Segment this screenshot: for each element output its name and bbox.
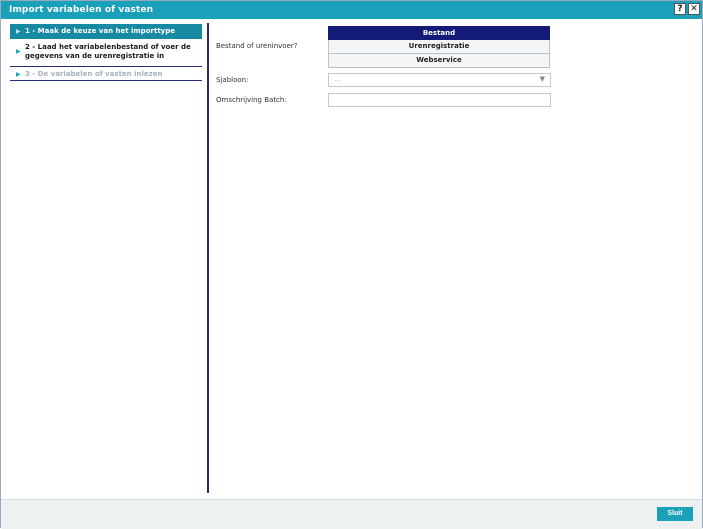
wizard-step-label: 1 - Maak de keuze van het importtype (25, 27, 176, 35)
wizard-step-label: 2 - Laad het variabelenbestand of voer d… (25, 43, 191, 60)
template-select[interactable]: ... ▼ (328, 73, 551, 87)
dialog-footer: Sluit (1, 499, 702, 529)
source-type-label: Bestand of ureninvoer? (216, 42, 298, 50)
source-option-urenregistratie[interactable]: Urenregistratie (328, 40, 550, 54)
wizard-step-2[interactable]: ▶ 2 - Laad het variabelenbestand of voer… (10, 39, 202, 67)
wizard-step-label: 3 - De variabelen of vasten inlezen (25, 70, 163, 78)
wizard-steps: ▶ 1 - Maak de keuze van het importtype ▶… (10, 24, 202, 81)
chevron-right-icon: ▶ (16, 48, 21, 55)
template-label: Sjabloon: (216, 76, 249, 84)
title-bar: Import variabelen of vasten ? ✕ (1, 1, 702, 19)
batch-description-label: Omschrijving Batch: (216, 96, 287, 104)
chevron-right-icon: ▶ (16, 71, 21, 78)
wizard-step-3: ▶ 3 - De variabelen of vasten inlezen (10, 67, 202, 81)
panel-divider (207, 23, 209, 493)
import-dialog: Import variabelen of vasten ? ✕ ▶ 1 - Ma… (0, 0, 703, 529)
close-button[interactable]: Sluit (657, 507, 693, 521)
wizard-step-1[interactable]: ▶ 1 - Maak de keuze van het importtype (10, 24, 202, 39)
template-select-value: ... (334, 75, 341, 83)
help-button[interactable]: ? (674, 3, 686, 15)
source-option-webservice[interactable]: Webservice (328, 54, 550, 68)
chevron-down-icon: ▼ (539, 75, 545, 83)
chevron-right-icon: ▶ (16, 28, 21, 35)
close-icon[interactable]: ✕ (688, 3, 700, 15)
source-option-bestand[interactable]: Bestand (328, 26, 550, 40)
batch-description-input[interactable] (328, 93, 551, 107)
dialog-title: Import variabelen of vasten (9, 5, 154, 15)
